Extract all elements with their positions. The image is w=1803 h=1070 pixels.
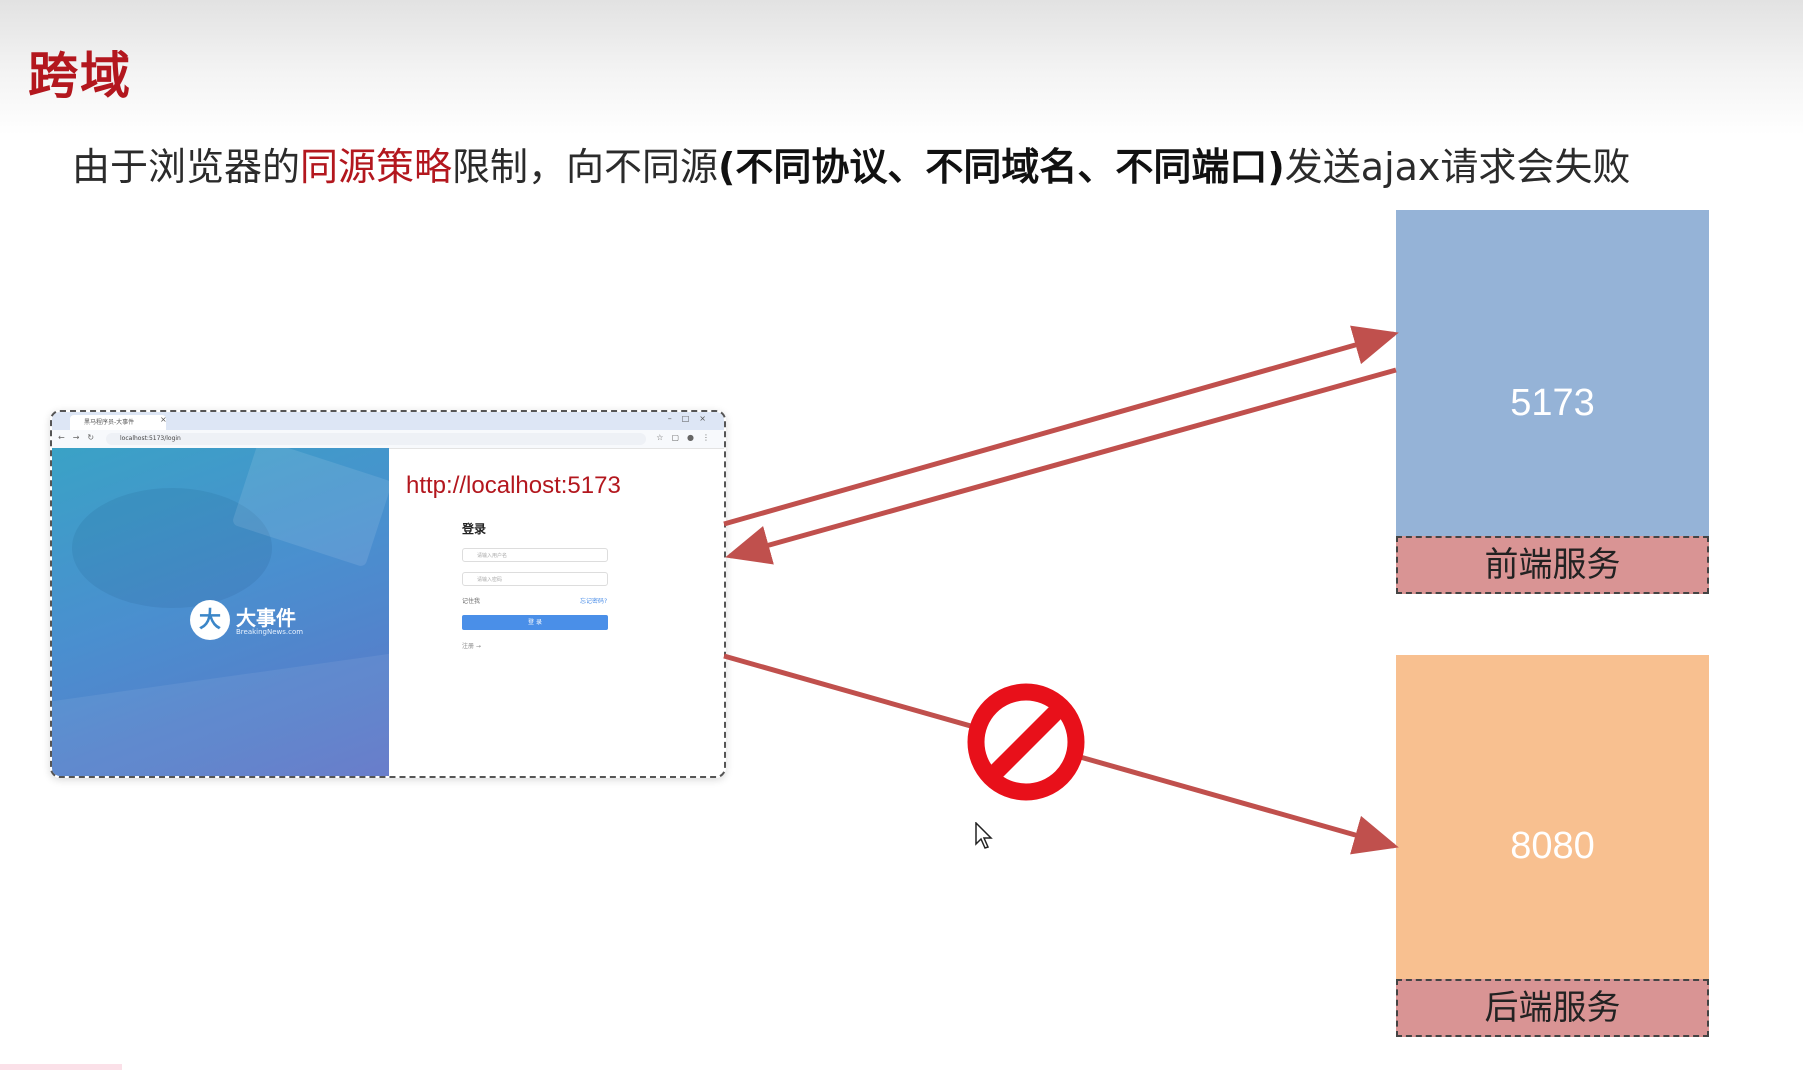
- mouse-cursor-icon: [975, 822, 993, 849]
- bottom-edge-tab: [0, 1064, 122, 1070]
- request-arrow: [723, 325, 1399, 527]
- response-arrow: [725, 367, 1397, 565]
- blocked-icon: [967, 683, 1085, 801]
- arrows-layer: [723, 325, 1399, 855]
